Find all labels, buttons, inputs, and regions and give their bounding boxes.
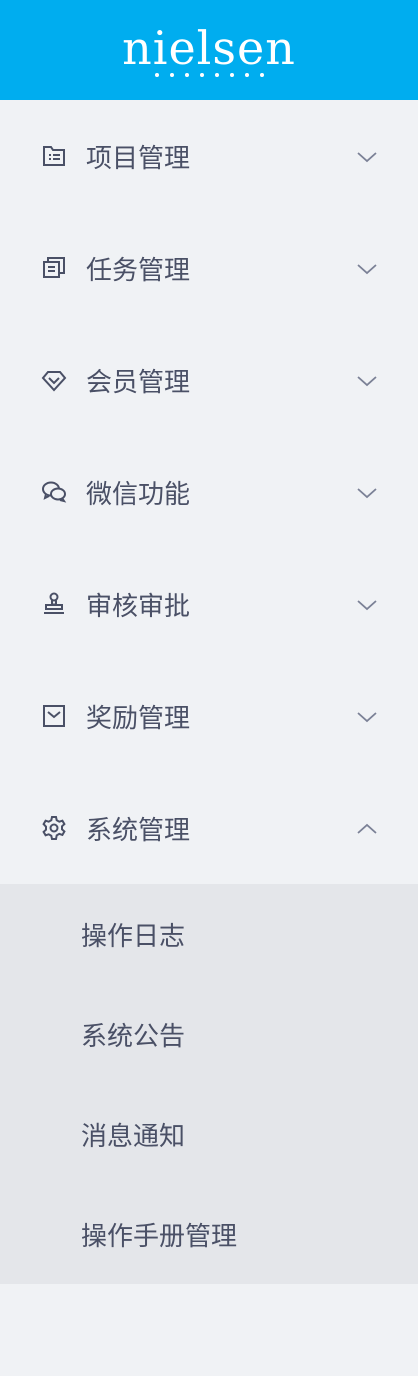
menu-item-task[interactable]: 任务管理 [0, 212, 418, 324]
menu-label: 会员管理 [86, 367, 191, 398]
gear-icon [40, 814, 68, 842]
menu-label: 奖励管理 [86, 703, 191, 734]
menu-label: 系统管理 [86, 815, 191, 846]
menu-label: 微信功能 [86, 479, 191, 510]
chevron-down-icon [356, 485, 378, 499]
diamond-icon [40, 366, 68, 394]
menu-label: 审核审批 [86, 591, 191, 622]
chevron-down-icon [356, 597, 378, 611]
wechat-icon [40, 478, 68, 506]
chevron-up-icon [356, 821, 378, 835]
menu-item-reward[interactable]: 奖励管理 [0, 660, 418, 772]
logo-text: nielsen [122, 21, 296, 75]
logo-header[interactable]: nielsen [0, 0, 418, 100]
chevron-down-icon [356, 373, 378, 387]
chevron-down-icon [356, 261, 378, 275]
sidebar: nielsen 项目管理 任务管理 会员管理 微信功能 审核审批 奖励管理 系统… [0, 0, 418, 1376]
project-icon [40, 142, 68, 170]
reward-icon [40, 702, 68, 730]
menu-label: 任务管理 [86, 255, 191, 286]
menu-label: 项目管理 [86, 143, 191, 174]
menu-item-approval[interactable]: 审核审批 [0, 548, 418, 660]
task-icon [40, 254, 68, 282]
submenu-item-message-notify[interactable]: 消息通知 [0, 1084, 418, 1184]
stamp-icon [40, 590, 68, 618]
logo-dots [154, 73, 264, 77]
menu-item-member[interactable]: 会员管理 [0, 324, 418, 436]
menu-item-system[interactable]: 系统管理 [0, 772, 418, 884]
chevron-down-icon [356, 149, 378, 163]
chevron-down-icon [356, 709, 378, 723]
menu-item-project[interactable]: 项目管理 [0, 100, 418, 212]
menu-item-wechat[interactable]: 微信功能 [0, 436, 418, 548]
submenu-item-manual-management[interactable]: 操作手册管理 [0, 1184, 418, 1284]
submenu-item-operation-log[interactable]: 操作日志 [0, 884, 418, 984]
submenu-item-system-notice[interactable]: 系统公告 [0, 984, 418, 1084]
submenu-system: 操作日志 系统公告 消息通知 操作手册管理 [0, 884, 418, 1284]
